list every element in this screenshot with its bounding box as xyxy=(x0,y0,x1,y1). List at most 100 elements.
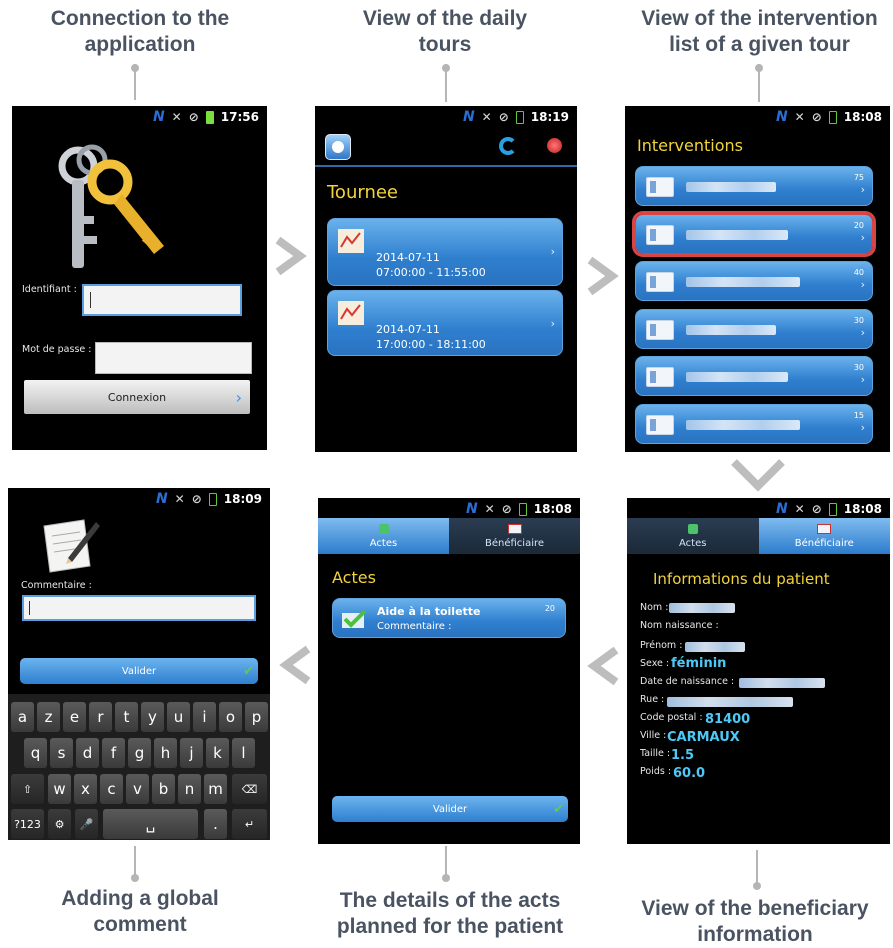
comment-field[interactable] xyxy=(22,595,256,621)
page-title: Tournee xyxy=(327,182,398,203)
space-key[interactable]: ␣ xyxy=(103,809,198,839)
prenom-value xyxy=(685,642,745,652)
shift-key-icon[interactable]: ⇧ xyxy=(11,774,44,804)
key-g[interactable]: g xyxy=(128,738,151,768)
chevron-left-icon xyxy=(279,645,311,685)
intervention-count: 30 xyxy=(853,315,864,325)
caption-beneficiary: View of the beneficiary information xyxy=(641,897,869,946)
settings-key-icon[interactable]: ⚙ xyxy=(48,809,71,839)
enter-key-icon[interactable]: ↵ xyxy=(232,809,267,839)
status-bar: N ✕ ⊘ 18:08 xyxy=(318,498,580,520)
intervention-count: 30 xyxy=(853,363,864,372)
intervention-card[interactable]: 75 › xyxy=(635,166,873,206)
intervention-card[interactable]: 30 › xyxy=(635,356,873,396)
identifiant-field[interactable] xyxy=(82,284,242,316)
key-f[interactable]: f xyxy=(102,738,125,768)
caption-interventions: View of the intervention list of a given… xyxy=(641,7,878,56)
nfc-icon: N xyxy=(152,109,165,125)
key-q[interactable]: q xyxy=(24,738,47,768)
key-d[interactable]: d xyxy=(76,738,99,768)
key-p[interactable]: p xyxy=(245,702,268,732)
key-h[interactable]: h xyxy=(154,738,177,768)
patient-card-icon xyxy=(646,414,674,435)
identifiant-label: Identifiant : xyxy=(22,284,77,295)
nfc-icon: N xyxy=(775,501,788,517)
notepad-pen-icon xyxy=(43,519,100,573)
caption-connector-dot xyxy=(131,874,139,882)
battery-icon xyxy=(515,110,524,124)
tour-card[interactable]: 2014-07-11 17:00:00 - 18:11:00 › xyxy=(327,290,563,356)
key-o[interactable]: o xyxy=(219,702,242,732)
ville-value: CARMAUX xyxy=(667,730,740,745)
key-l[interactable]: l xyxy=(232,738,255,768)
key-u[interactable]: u xyxy=(167,702,190,732)
patient-card-icon xyxy=(646,319,674,340)
power-off-icon[interactable] xyxy=(547,138,562,153)
soft-keyboard: a z e r t y u i o p q s d f g h j k l ⇧ w x c v b n m ⌫ ?123 ⚙ 🎤 ␣. ↵ xyxy=(8,694,270,840)
password-field[interactable] xyxy=(95,342,252,374)
validate-button[interactable]: Valider ✔ xyxy=(332,796,568,822)
date-naissance-value xyxy=(739,678,825,688)
battery-icon xyxy=(208,492,217,506)
symbols-key[interactable]: ?123 xyxy=(11,809,44,839)
tab-beneficiary[interactable]: Bénéficiaire xyxy=(449,518,580,554)
validate-button[interactable]: Valider ✔ xyxy=(20,658,258,684)
key-k[interactable]: k xyxy=(206,738,229,768)
taille-label: Taille : xyxy=(640,748,671,759)
tab-beneficiary[interactable]: Bénéficiaire xyxy=(758,518,890,554)
battery-icon xyxy=(828,110,837,124)
intervention-card[interactable]: 20 › xyxy=(635,213,873,254)
status-time: 18:09 xyxy=(223,492,262,506)
tours-screen: N ✕ ⊘ 18:19 Tournee 2014-07-11 07:00:00 … xyxy=(315,106,577,452)
act-card[interactable]: Aide à la toilette Commentaire : 20 xyxy=(332,598,566,638)
intervention-card[interactable]: 30 › xyxy=(635,308,873,349)
key-n[interactable]: n xyxy=(178,774,201,804)
key-y[interactable]: y xyxy=(141,702,164,732)
patient-name-redacted xyxy=(686,419,800,430)
tour-time: 07:00:00 - 11:55:00 xyxy=(376,266,486,279)
nom-value xyxy=(669,603,735,613)
key-x[interactable]: x xyxy=(74,774,97,804)
key-j[interactable]: j xyxy=(180,738,203,768)
key-r[interactable]: r xyxy=(89,702,112,732)
tour-card[interactable]: 2014-07-11 07:00:00 - 11:55:00 › xyxy=(327,218,563,286)
backspace-key-icon[interactable]: ⌫ xyxy=(232,774,267,804)
intervention-card[interactable]: 40 › xyxy=(635,261,873,301)
key-b[interactable]: b xyxy=(152,774,175,804)
poids-label: Poids : xyxy=(640,766,672,777)
microphone-key-icon[interactable]: 🎤 xyxy=(75,809,98,839)
key-z[interactable]: z xyxy=(37,702,60,732)
key-i[interactable]: i xyxy=(193,702,216,732)
key-s[interactable]: s xyxy=(50,738,73,768)
patient-name-redacted xyxy=(686,372,788,382)
key-w[interactable]: w xyxy=(48,774,71,804)
key-e[interactable]: e xyxy=(63,702,86,732)
tab-label: Bénéficiaire xyxy=(794,537,854,549)
period-key[interactable]: . xyxy=(204,809,227,839)
status-time: 18:08 xyxy=(843,110,882,124)
tab-acts[interactable]: Actes xyxy=(627,518,759,554)
caption-connector-dot xyxy=(131,64,139,72)
refresh-icon[interactable] xyxy=(499,137,517,155)
tab-acts[interactable]: Actes xyxy=(318,518,449,554)
key-v[interactable]: v xyxy=(126,774,149,804)
mute-icon: ✕ xyxy=(484,502,495,516)
taille-value: 1.5 xyxy=(671,748,695,763)
chevron-right-icon: › xyxy=(550,245,555,258)
intervention-count: 20 xyxy=(853,220,864,230)
chevron-right-icon xyxy=(275,236,307,276)
battery-icon xyxy=(205,110,214,124)
key-m[interactable]: m xyxy=(204,774,227,804)
key-a[interactable]: a xyxy=(11,702,34,732)
key-t[interactable]: t xyxy=(115,702,138,732)
battery-icon xyxy=(828,502,837,516)
app-logo-icon[interactable] xyxy=(325,134,351,160)
chevron-right-icon: › xyxy=(860,325,865,339)
chevron-right-icon: › xyxy=(235,387,242,407)
comment-label: Commentaire : xyxy=(21,580,92,591)
caption-login: Connection to the application xyxy=(50,7,230,56)
intervention-card[interactable]: 15 › xyxy=(635,403,873,444)
mute-icon: ✕ xyxy=(794,110,805,124)
key-c[interactable]: c xyxy=(100,774,123,804)
connect-button[interactable]: Connexion › xyxy=(24,380,250,414)
